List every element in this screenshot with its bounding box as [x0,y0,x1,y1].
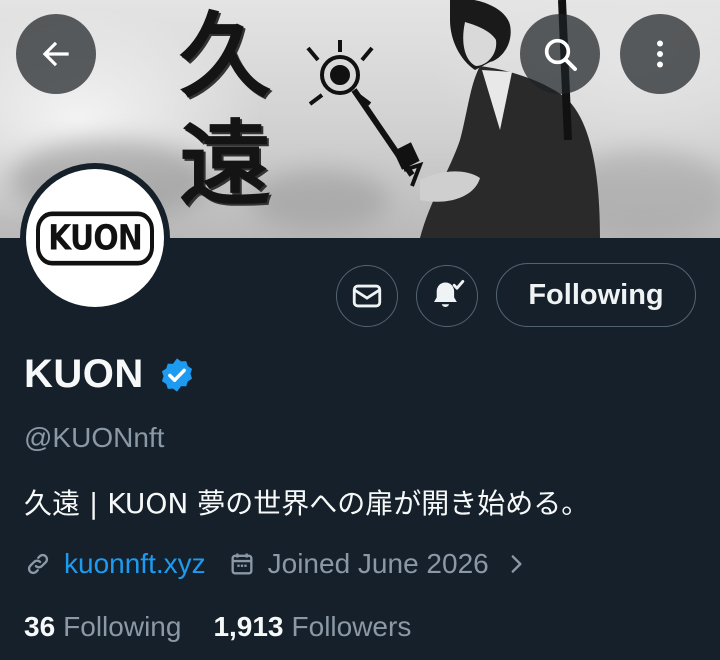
following-stat[interactable]: 36 Following [24,611,181,643]
more-options-button[interactable] [620,14,700,94]
more-vertical-icon [657,40,663,68]
arrow-left-icon [42,41,69,67]
key-illustration [306,40,424,187]
calendar-icon [231,553,253,575]
mail-icon [352,284,382,308]
avatar-logo-text: KUON [36,210,154,266]
link-icon [27,553,49,575]
chevron-right-icon[interactable] [503,551,529,577]
avatar-image: KUON [26,169,164,307]
avatar[interactable]: KUON [20,163,170,313]
back-button[interactable] [16,14,96,94]
profile-bio: 久遠 | KUON 夢の世界への扉が開き始める。 [24,487,590,520]
joined-date: Joined June 2026 [267,548,489,579]
notifications-button[interactable] [416,265,478,327]
profile-name-row: KUON [24,352,196,397]
profile-meta: kuonnft.xyz Joined June 2026 [24,548,529,580]
bell-check-icon [434,280,465,307]
message-button[interactable] [336,265,398,327]
following-label: Following [63,611,182,642]
website-link[interactable]: kuonnft.xyz [64,548,206,580]
profile-name: KUON [24,352,144,396]
profile-handle: @KUONnft [24,422,165,453]
search-icon [544,38,577,71]
following-count: 36 [24,611,56,642]
profile-stats: 36 Following 1,913 Followers [24,611,411,643]
verified-badge-icon[interactable] [158,356,196,394]
followers-count: 1,913 [213,611,284,642]
followers-label: Followers [291,611,412,642]
search-button[interactable] [520,14,600,94]
banner-calligraphy: 久 遠 [168,2,278,238]
calligraphy-char-2: 遠 [178,110,271,218]
following-button[interactable]: Following [496,263,696,327]
followers-stat[interactable]: 1,913 Followers [213,611,411,643]
calligraphy-char-1: 久 [178,2,271,110]
